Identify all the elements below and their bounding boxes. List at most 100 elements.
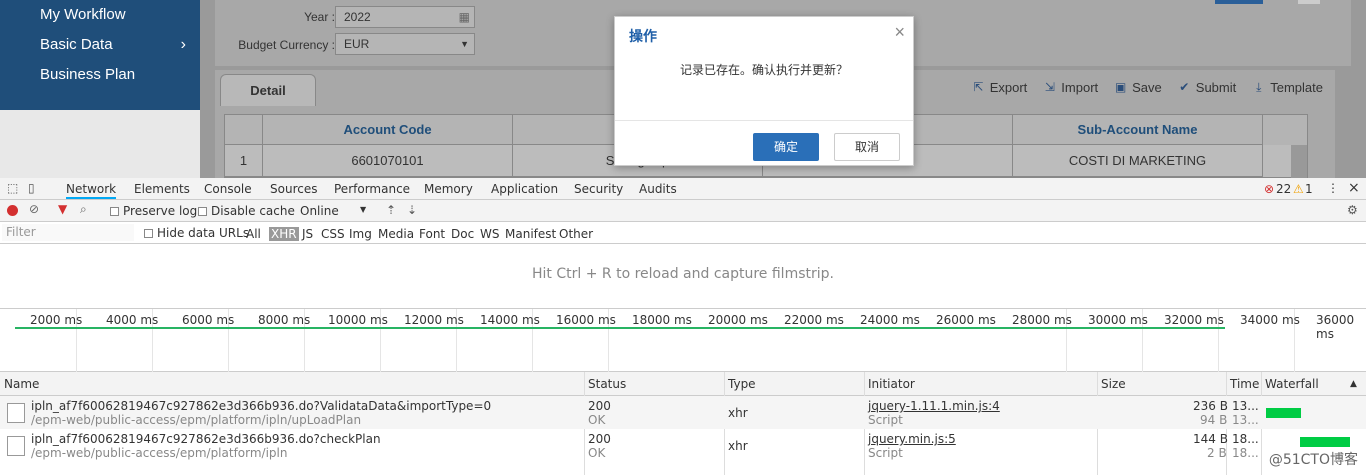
grid-header-cell bbox=[225, 115, 263, 145]
col-name[interactable]: Name bbox=[4, 377, 39, 391]
request-initiator-type: Script bbox=[868, 413, 903, 427]
more-menu-icon[interactable]: ⋮ bbox=[1327, 181, 1339, 195]
tab-audits[interactable]: Audits bbox=[639, 182, 677, 196]
export-icon: ⇱ bbox=[973, 80, 984, 94]
throttle-select[interactable]: Online bbox=[300, 204, 339, 218]
tab-security[interactable]: Security bbox=[574, 182, 623, 196]
filter-icon[interactable]: ▼ bbox=[58, 202, 67, 216]
type-js[interactable]: JS bbox=[302, 227, 313, 241]
error-count[interactable]: 22 bbox=[1276, 182, 1291, 196]
hide-data-urls-label: Hide data URLs bbox=[157, 226, 250, 240]
col-type[interactable]: Type bbox=[728, 377, 756, 391]
filmstrip-hint: Hit Ctrl + R to reload and capture films… bbox=[532, 266, 834, 282]
error-icon[interactable]: ⊗ bbox=[1264, 182, 1274, 196]
request-status: 200 bbox=[588, 399, 611, 413]
year-label: Year : bbox=[304, 10, 335, 24]
type-font[interactable]: Font bbox=[419, 227, 445, 241]
close-devtools-icon[interactable]: × bbox=[1348, 180, 1360, 196]
grid-header-sub-account-name[interactable]: Sub-Account Name bbox=[1013, 115, 1263, 145]
waterfall-bar[interactable] bbox=[1266, 408, 1301, 418]
save-button[interactable]: ▣ Save bbox=[1114, 80, 1162, 95]
tab-console[interactable]: Console bbox=[204, 182, 252, 196]
col-time[interactable]: Time bbox=[1230, 377, 1259, 391]
devtools-tab-bar: ⬚ ▯ Network Elements Console Sources Per… bbox=[0, 178, 1366, 200]
col-waterfall[interactable]: Waterfall bbox=[1265, 377, 1319, 391]
request-row[interactable]: ipln_af7f60062819467c927862e3d366b936.do… bbox=[0, 429, 1366, 462]
timeline-overview[interactable]: 2000 ms 4000 ms 6000 ms 8000 ms 10000 ms… bbox=[0, 308, 1366, 373]
import-button[interactable]: ⇲ Import bbox=[1043, 80, 1098, 95]
download-icon[interactable]: ⇣ bbox=[407, 203, 417, 217]
preserve-log-checkbox[interactable]: Preserve log bbox=[110, 204, 197, 218]
timeline-tick: 24000 ms bbox=[860, 313, 920, 327]
type-doc[interactable]: Doc bbox=[451, 227, 474, 241]
disable-cache-checkbox[interactable]: Disable cache bbox=[198, 204, 295, 218]
sidebar-item-my-workflow[interactable]: My Workflow bbox=[0, 0, 200, 30]
col-status[interactable]: Status bbox=[588, 377, 626, 391]
tab-elements[interactable]: Elements bbox=[134, 182, 190, 196]
type-media[interactable]: Media bbox=[378, 227, 414, 241]
import-label: Import bbox=[1061, 80, 1099, 95]
grid-scrollbar[interactable] bbox=[1291, 145, 1307, 178]
upload-icon[interactable]: ⇡ bbox=[386, 203, 396, 217]
tab-application[interactable]: Application bbox=[491, 182, 558, 196]
clear-icon[interactable]: ⊘ bbox=[29, 202, 39, 216]
request-latency: 13... bbox=[1232, 413, 1259, 427]
tab-network[interactable]: Network bbox=[66, 182, 117, 199]
search-icon[interactable]: ⌕ bbox=[80, 202, 87, 217]
request-initiator[interactable]: jquery-1.11.1.min.js:4 bbox=[868, 399, 1000, 413]
type-ws[interactable]: WS bbox=[480, 227, 499, 241]
device-toggle-icon[interactable]: ▯ bbox=[28, 181, 35, 195]
type-img[interactable]: Img bbox=[349, 227, 372, 241]
file-icon bbox=[7, 403, 25, 423]
sort-up-icon[interactable]: ▲ bbox=[1350, 379, 1357, 389]
inspect-icon[interactable]: ⬚ bbox=[7, 181, 18, 195]
type-xhr[interactable]: XHR bbox=[269, 227, 299, 241]
warning-count[interactable]: 1 bbox=[1305, 182, 1313, 196]
submit-button[interactable]: ✔ Submit bbox=[1178, 80, 1236, 95]
request-name[interactable]: ipln_af7f60062819467c927862e3d366b936.do… bbox=[31, 432, 381, 446]
type-css[interactable]: CSS bbox=[321, 227, 345, 241]
tab-memory[interactable]: Memory bbox=[424, 182, 473, 196]
sidebar-item-basic-data[interactable]: Basic Data › bbox=[0, 30, 200, 60]
calendar-icon[interactable]: ▦ bbox=[459, 7, 470, 27]
top-icon-edge[interactable] bbox=[1298, 0, 1320, 4]
cancel-button[interactable]: 取消 bbox=[834, 133, 900, 161]
sidebar-lower bbox=[0, 110, 200, 178]
ok-button[interactable]: 确定 bbox=[753, 133, 819, 161]
col-size[interactable]: Size bbox=[1101, 377, 1126, 391]
throttle-dropdown-icon[interactable]: ▼ bbox=[360, 205, 366, 214]
settings-gear-icon[interactable]: ⚙ bbox=[1347, 203, 1358, 217]
waterfall-bar[interactable] bbox=[1300, 437, 1350, 447]
network-table: Name Status Type Initiator Size Time Wat… bbox=[0, 372, 1366, 475]
filter-input[interactable]: Filter bbox=[2, 224, 134, 241]
col-initiator[interactable]: Initiator bbox=[868, 377, 915, 391]
request-initiator-type: Script bbox=[868, 446, 903, 460]
export-button[interactable]: ⇱ Export bbox=[972, 80, 1027, 95]
currency-value: EUR bbox=[344, 37, 370, 51]
timeline-tick: 36000 ms bbox=[1316, 313, 1355, 341]
filter-bar: Filter Hide data URLs All XHR JS CSS Img… bbox=[0, 222, 1366, 244]
grid-header-account-code[interactable]: Account Code bbox=[263, 115, 513, 145]
year-input[interactable]: 2022 ▦ bbox=[335, 6, 475, 28]
type-manifest[interactable]: Manifest bbox=[505, 227, 556, 241]
close-icon[interactable]: × bbox=[894, 22, 905, 43]
sidebar-item-business-plan[interactable]: Business Plan bbox=[0, 60, 200, 90]
type-other[interactable]: Other bbox=[559, 227, 593, 241]
template-button[interactable]: ⤓ Template bbox=[1252, 80, 1323, 95]
warning-icon[interactable]: ⚠ bbox=[1293, 182, 1304, 196]
tab-detail[interactable]: Detail bbox=[220, 74, 316, 106]
request-row[interactable]: ipln_af7f60062819467c927862e3d366b936.do… bbox=[0, 396, 1366, 429]
top-button-edge[interactable] bbox=[1215, 0, 1263, 4]
import-icon: ⇲ bbox=[1044, 80, 1055, 94]
record-icon[interactable] bbox=[7, 205, 18, 216]
type-all[interactable]: All bbox=[246, 227, 261, 241]
hide-data-urls-checkbox[interactable]: Hide data URLs bbox=[144, 226, 249, 240]
request-type: xhr bbox=[728, 439, 748, 453]
file-icon bbox=[7, 436, 25, 456]
request-initiator[interactable]: jquery.min.js:5 bbox=[868, 432, 956, 446]
currency-select[interactable]: EUR ▼ bbox=[335, 33, 475, 55]
request-name[interactable]: ipln_af7f60062819467c927862e3d366b936.do… bbox=[31, 399, 491, 413]
timeline-tick: 10000 ms bbox=[328, 313, 388, 327]
tab-performance[interactable]: Performance bbox=[334, 182, 410, 196]
tab-sources[interactable]: Sources bbox=[270, 182, 317, 196]
